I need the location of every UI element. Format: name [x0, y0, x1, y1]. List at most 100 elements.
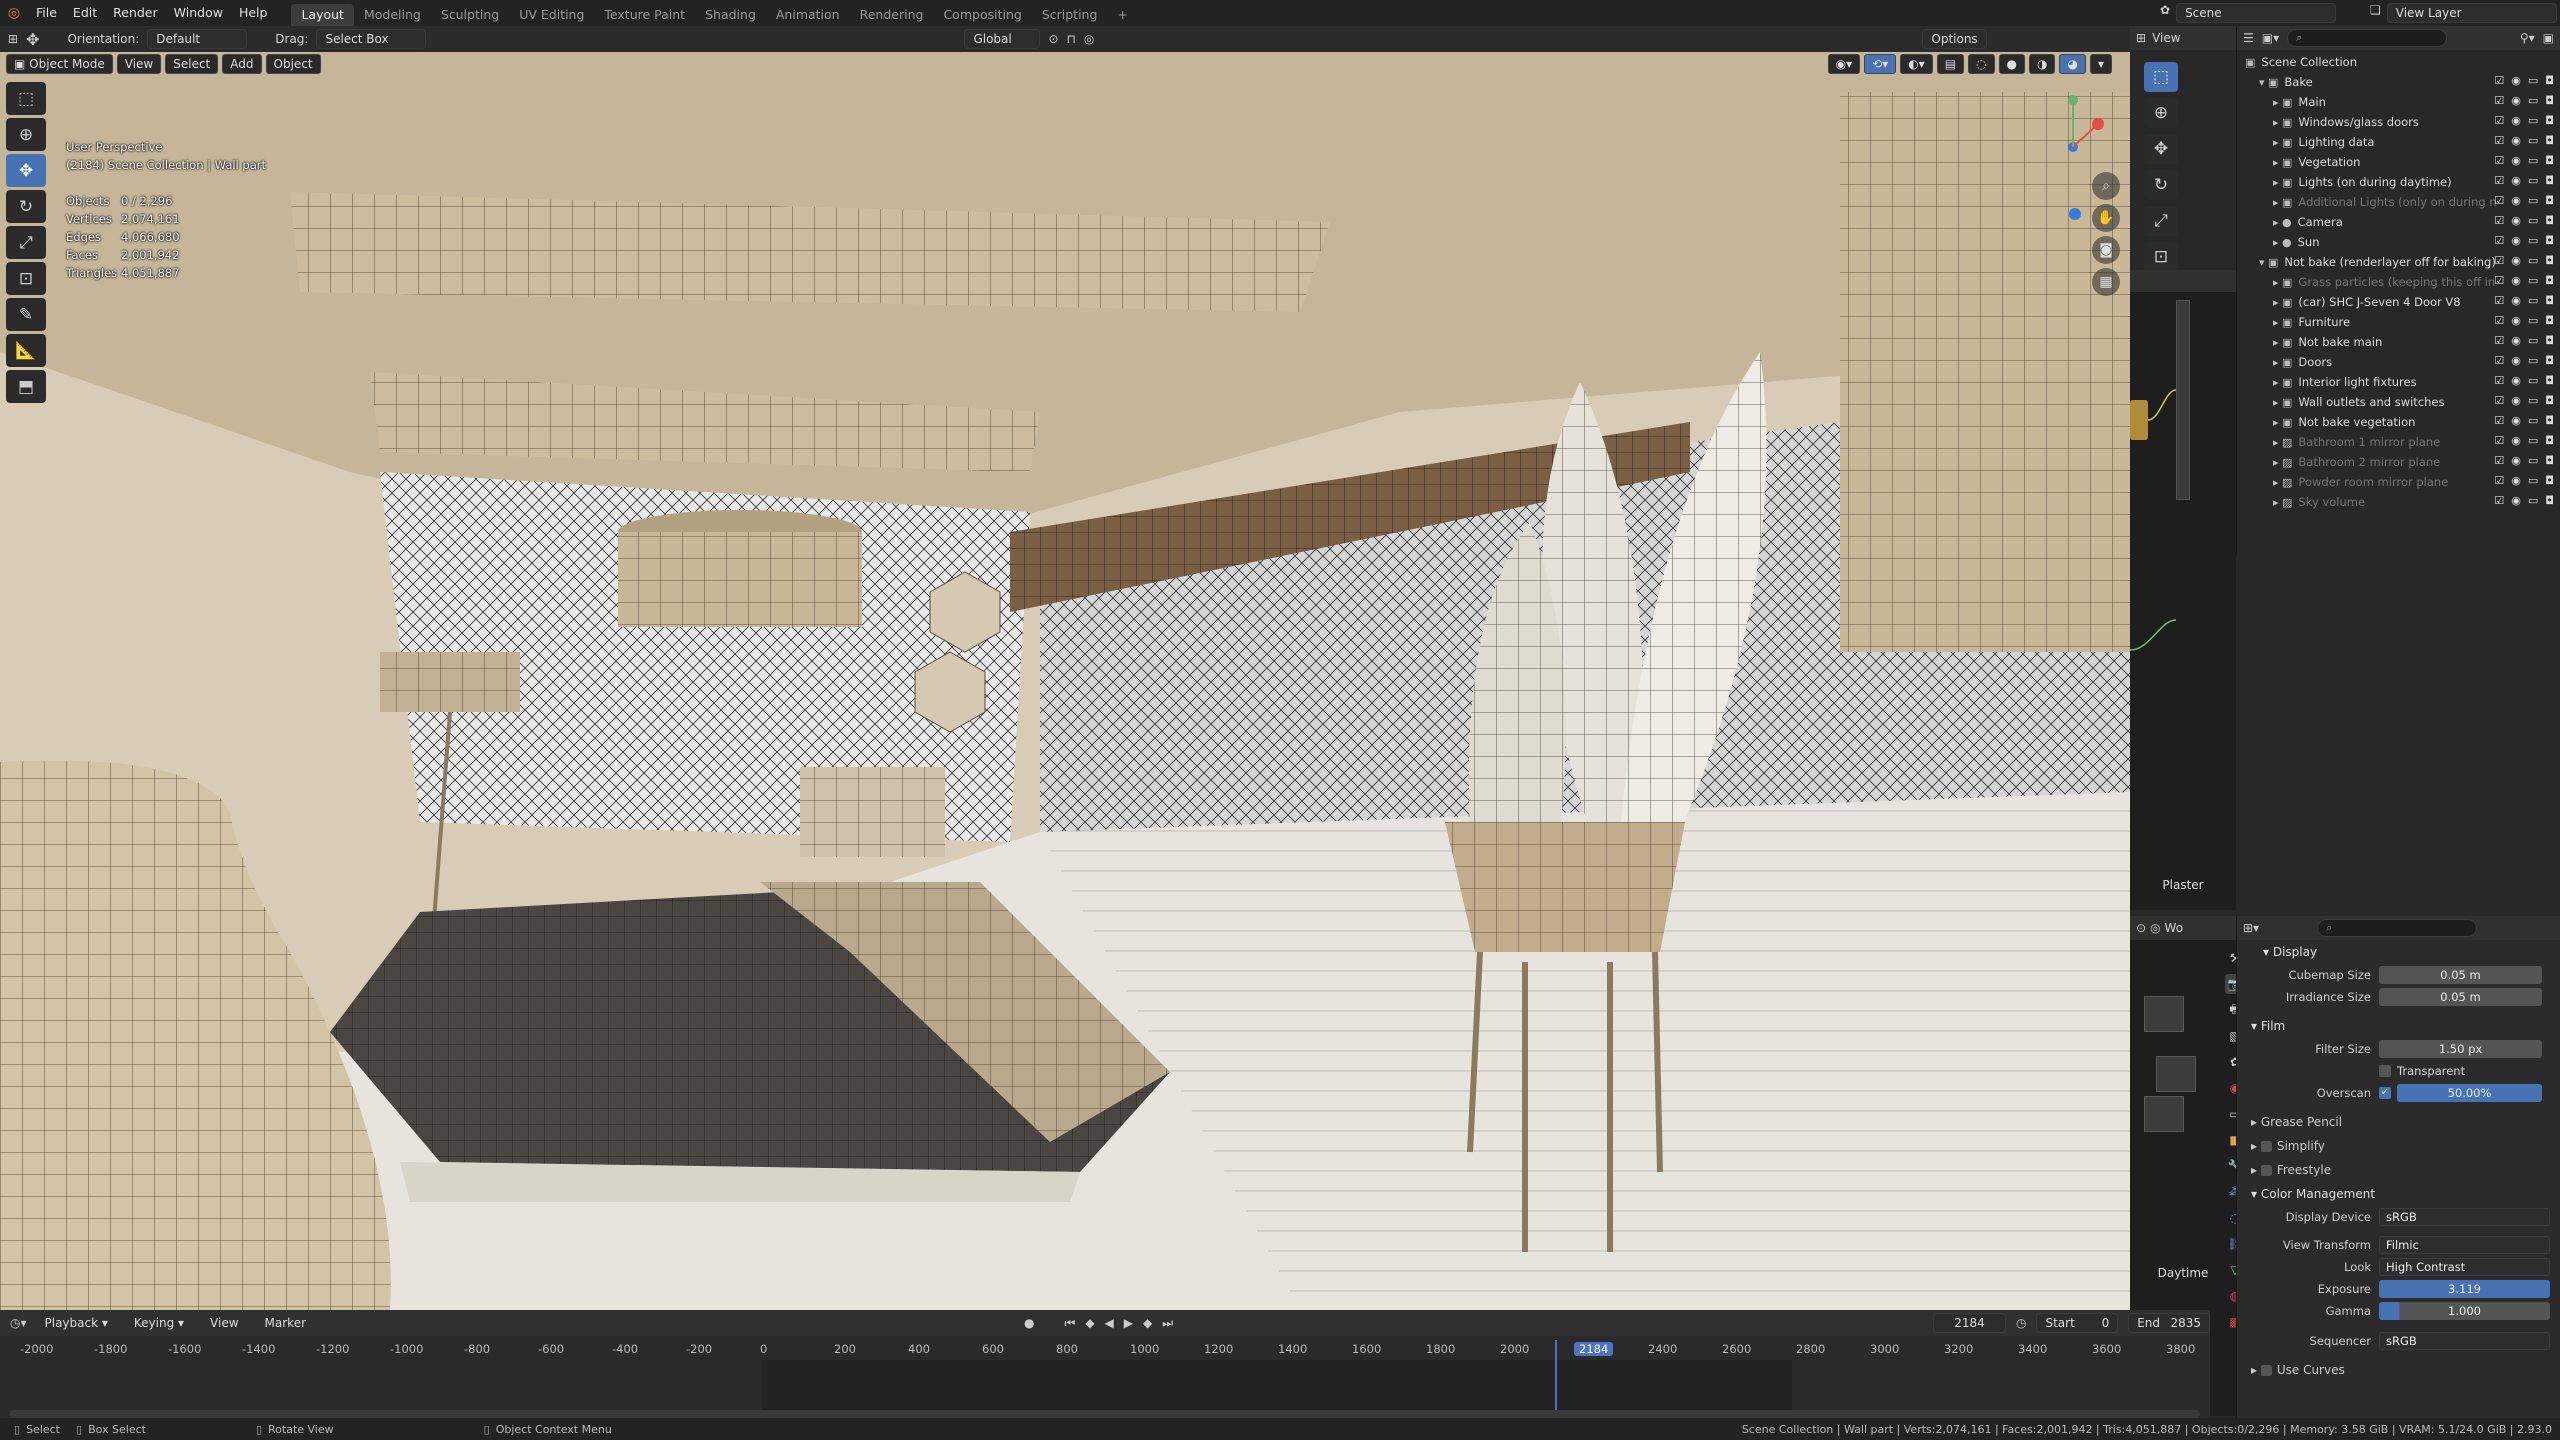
outliner-row[interactable]: ▸ ▣ (car) SHC J-Seven 4 Door V8 ☑ ◉ ▭ ◘ — [2237, 292, 2560, 312]
checkbox-icon[interactable]: ☑ — [2494, 74, 2504, 87]
eye-icon[interactable]: ◉ — [2511, 134, 2521, 147]
filter-icon[interactable]: ⚲▾ — [2520, 31, 2535, 45]
outliner-row[interactable]: ▸ ▣ Windows/glass doors ☑ ◉ ▭ ◘ — [2237, 112, 2560, 132]
checkbox-icon[interactable]: ☑ — [2494, 374, 2504, 387]
tab-shading[interactable]: Shading — [695, 4, 766, 26]
eye-icon[interactable]: ◉ — [2511, 454, 2521, 467]
editor-type-icon[interactable]: ⊞ — [8, 32, 18, 46]
new-collection-icon[interactable]: ▣ — [2543, 31, 2554, 45]
camera-icon[interactable]: ◘ — [2545, 274, 2554, 287]
menu-help[interactable]: Help — [231, 0, 276, 26]
jump-start-icon[interactable]: ⏮ — [1065, 1316, 1076, 1331]
add-cube-tool-icon[interactable]: ⬒ — [6, 370, 46, 403]
gamma-slider[interactable]: 1.000 — [2379, 1302, 2550, 1320]
screen-icon[interactable]: ▭ — [2528, 74, 2538, 87]
menu-render[interactable]: Render — [105, 0, 166, 26]
screen-icon[interactable]: ▭ — [2528, 114, 2538, 127]
3d-viewport[interactable]: ▣ Object Mode View Select Add Object ◉▾ … — [0, 52, 2130, 1310]
eye-icon[interactable]: ◉ — [2511, 214, 2521, 227]
eye-icon[interactable]: ◉ — [2511, 254, 2521, 267]
outliner-row[interactable]: ▸ ▣ Lighting data ☑ ◉ ▭ ◘ — [2237, 132, 2560, 152]
checkbox-icon[interactable]: ☑ — [2494, 114, 2504, 127]
play-icon[interactable]: ▶ — [1124, 1316, 1133, 1330]
record-icon[interactable]: ● — [1024, 1316, 1034, 1330]
material-shading-icon[interactable]: ◑ — [2029, 54, 2056, 74]
outliner-row[interactable]: ▸ ▣ Not bake main ☑ ◉ ▭ ◘ — [2237, 332, 2560, 352]
checkbox-icon[interactable]: ☑ — [2494, 354, 2504, 367]
eye-icon[interactable]: ◉ — [2511, 174, 2521, 187]
sequencer-dropdown[interactable]: sRGB — [2379, 1332, 2550, 1350]
outliner-row[interactable]: ▸ ▨ Bathroom 2 mirror plane ☑ ◉ ▭ ◘ — [2237, 452, 2560, 472]
screen-icon[interactable]: ▭ — [2528, 314, 2538, 327]
pivot-icon[interactable]: ⊙ — [1048, 32, 1058, 46]
checkbox-icon[interactable]: ☑ — [2494, 334, 2504, 347]
transform-orientation-dropdown[interactable]: Global — [964, 29, 1041, 49]
scale-tool-icon[interactable]: ⤢ — [6, 226, 46, 259]
screen-icon[interactable]: ▭ — [2528, 194, 2538, 207]
outliner-row[interactable]: ▸ ▣ Vegetation ☑ ◉ ▭ ◘ — [2237, 152, 2560, 172]
shader-node-editor[interactable]: Plaster — [2130, 270, 2236, 910]
tab-uv-editing[interactable]: UV Editing — [509, 4, 594, 26]
camera-icon[interactable]: ◘ — [2545, 174, 2554, 187]
gizmo-toggle-icon[interactable]: ⟲▾ — [1864, 54, 1897, 74]
frame-ruler[interactable]: -2000 -1800 -1600 -1400 -1200 -1000 -800 -600 -4… — [0, 1340, 2210, 1360]
marker-menu[interactable]: Marker — [257, 1314, 314, 1332]
screen-icon[interactable]: ▭ — [2528, 274, 2538, 287]
outliner-row[interactable]: ▸ ▣ Furniture ☑ ◉ ▭ ◘ — [2237, 312, 2560, 332]
eye-icon[interactable]: ◉ — [2511, 354, 2521, 367]
editor-type-icon[interactable]: ⊞ — [2136, 31, 2146, 45]
camera-icon[interactable]: ◘ — [2545, 434, 2554, 447]
world-node[interactable] — [2144, 1096, 2184, 1132]
checkbox-icon[interactable]: ☑ — [2494, 94, 2504, 107]
checkbox-icon[interactable]: ☑ — [2494, 234, 2504, 247]
camera-icon[interactable]: ◘ — [2545, 374, 2554, 387]
outliner-search[interactable]: ⌕ — [2287, 29, 2448, 47]
editor-type-icon[interactable]: ☰ — [2243, 31, 2254, 45]
measure-tool-icon[interactable]: 📐 — [6, 334, 46, 367]
outliner-row[interactable]: ▾ ▣ Bake ☑ ◉ ▭ ◘ — [2237, 72, 2560, 92]
camera-icon[interactable]: ◘ — [2545, 154, 2554, 167]
use-curves-checkbox[interactable] — [2260, 1364, 2272, 1376]
checkbox-icon[interactable]: ☑ — [2494, 274, 2504, 287]
editor-type-icon[interactable]: ⊙ — [2136, 921, 2146, 935]
menu-window[interactable]: Window — [166, 0, 231, 26]
menu-edit[interactable]: Edit — [65, 0, 105, 26]
checkbox-icon[interactable]: ☑ — [2494, 134, 2504, 147]
orientation-dropdown[interactable]: Default — [147, 29, 248, 49]
zoom-icon[interactable]: ⌕ — [2092, 172, 2120, 200]
scene-selector[interactable]: Scene — [2176, 3, 2337, 23]
screen-icon[interactable]: ▭ — [2528, 334, 2538, 347]
screen-icon[interactable]: ▭ — [2528, 254, 2538, 267]
camera-icon[interactable]: ◘ — [2545, 254, 2554, 267]
mode-dropdown[interactable]: ▣ Object Mode — [6, 54, 113, 74]
camera-icon[interactable]: ◘ — [2545, 214, 2554, 227]
outliner[interactable]: ☰ ▣▾ ⌕ ⚲▾ ▣ ▣ Scene Collection ▾ ▣ Bake ☑ ◉ ▭… — [2236, 26, 2560, 556]
camera-icon[interactable]: ◘ — [2545, 314, 2554, 327]
end-frame-input[interactable]: End 2835 — [2128, 1313, 2210, 1333]
view-transform-dropdown[interactable]: Filmic — [2379, 1236, 2550, 1254]
camera-icon[interactable]: ◘ — [2545, 114, 2554, 127]
camera-icon[interactable]: ◘ — [2545, 234, 2554, 247]
properties-editor[interactable]: ⊞▾ ⌕ ▾ Display Cubemap Size 0.05 m Irradi… — [2236, 916, 2560, 1430]
snap-icon[interactable]: ⊓ — [1067, 32, 1076, 46]
prev-key-icon[interactable]: ◆ — [1085, 1316, 1094, 1330]
outliner-row[interactable]: ▸ ▣ Additional Lights (only on during n ☑ ◉… — [2237, 192, 2560, 212]
transform-tool-icon[interactable]: ⊡ — [2144, 242, 2178, 272]
eye-icon[interactable]: ◉ — [2511, 494, 2521, 507]
proportional-edit-icon[interactable]: ◎ — [1084, 32, 1094, 46]
eye-icon[interactable]: ◉ — [2511, 334, 2521, 347]
outliner-row[interactable]: ▸ ▣ Lights (on during daytime) ☑ ◉ ▭ ◘ — [2237, 172, 2560, 192]
simplify-panel[interactable]: ▸ Simplify — [2251, 1134, 2560, 1158]
outliner-row[interactable]: ▾ ▣ Not bake (renderlayer off for baking)… — [2237, 252, 2560, 272]
grease-pencil-panel[interactable]: ▸ Grease Pencil — [2251, 1110, 2560, 1134]
screen-icon[interactable]: ▭ — [2528, 214, 2538, 227]
add-menu[interactable]: Add — [222, 54, 262, 74]
outliner-row[interactable]: ▸ ▣ Main ☑ ◉ ▭ ◘ — [2237, 92, 2560, 112]
checkbox-icon[interactable]: ☑ — [2494, 214, 2504, 227]
tab-layout[interactable]: Layout — [291, 4, 354, 26]
checkbox-icon[interactable]: ☑ — [2494, 454, 2504, 467]
rendered-shading-icon[interactable]: ◕ — [2059, 54, 2086, 74]
next-key-icon[interactable]: ◆ — [1143, 1316, 1152, 1330]
options-dropdown[interactable]: Options — [1922, 29, 1987, 49]
camera-icon[interactable]: ◘ — [2545, 74, 2554, 87]
